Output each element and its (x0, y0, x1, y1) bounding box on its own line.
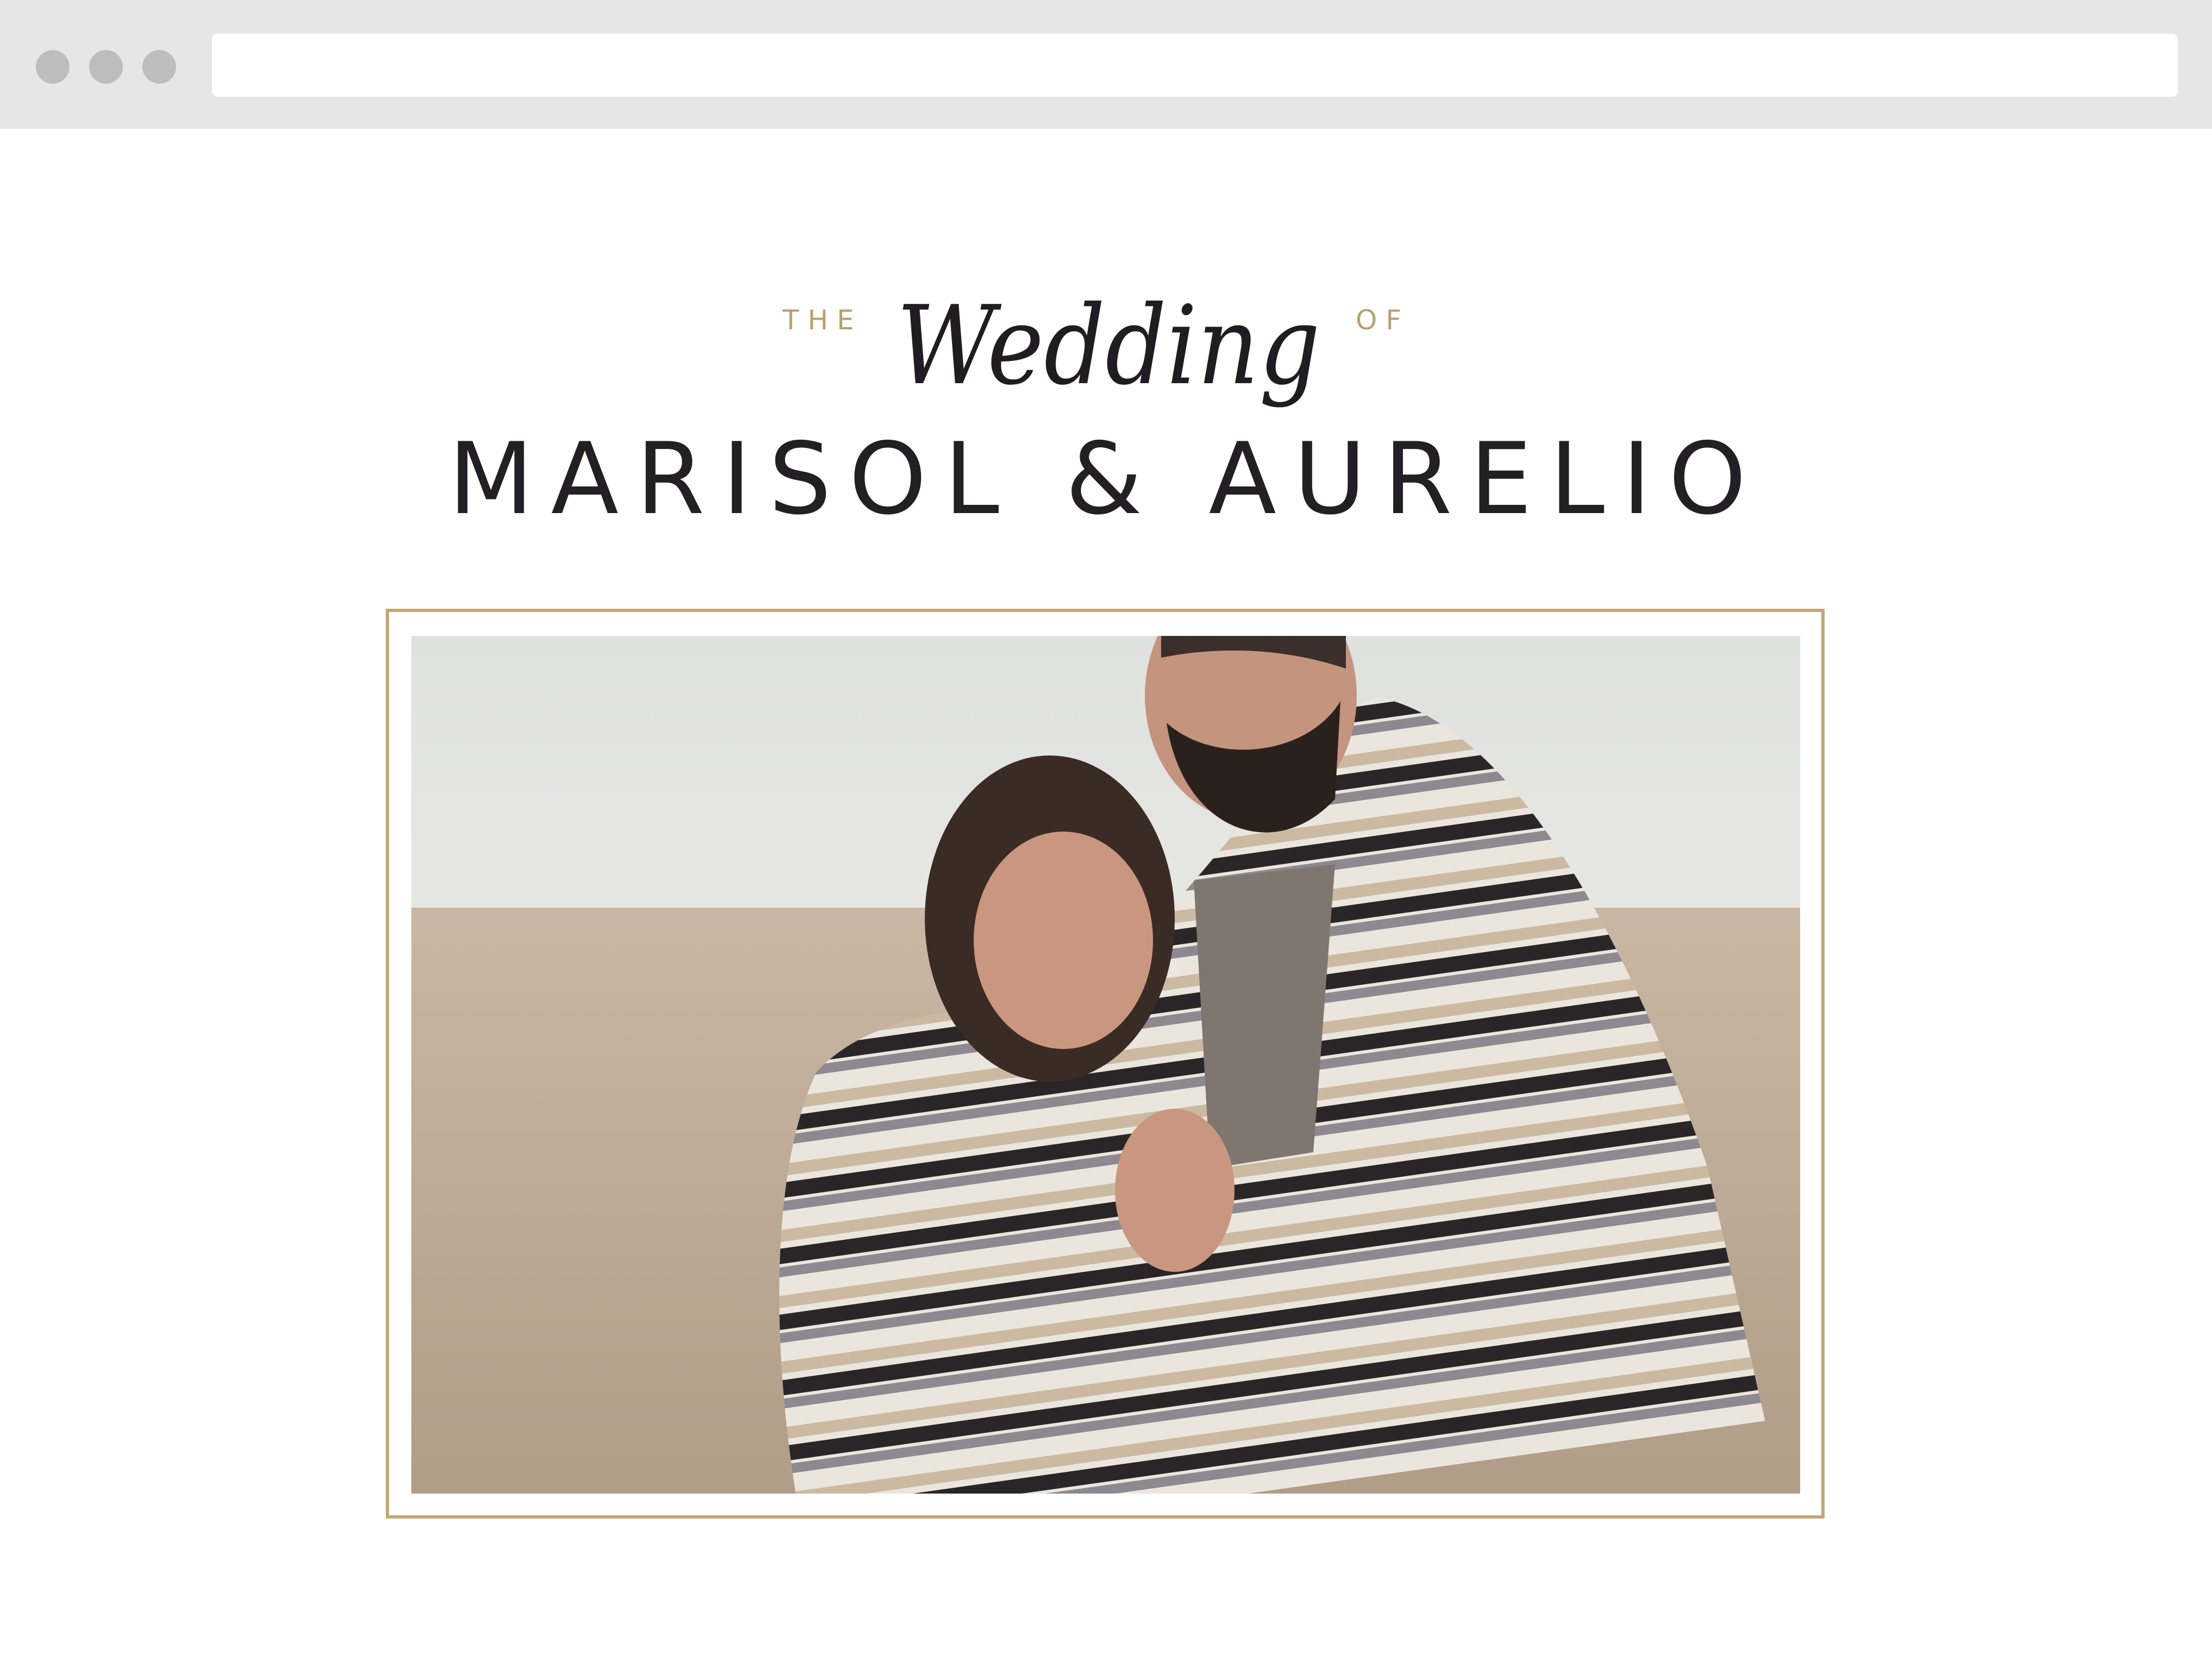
address-bar[interactable] (212, 34, 2178, 97)
browser-toolbar (0, 0, 2212, 129)
couple-photo (411, 636, 1800, 1494)
window-close-button[interactable] (36, 50, 70, 84)
kicker-of: OF (1356, 304, 1411, 336)
couple-names-heading: MARISOL & AURELIO (448, 421, 1764, 536)
svg-text:Wedding: Wedding (897, 283, 1320, 409)
window-maximize-button[interactable] (142, 50, 176, 84)
kicker-the: THE (782, 304, 863, 336)
window-minimize-button[interactable] (89, 50, 123, 84)
script-wedding-title: Wedding (897, 283, 1320, 409)
